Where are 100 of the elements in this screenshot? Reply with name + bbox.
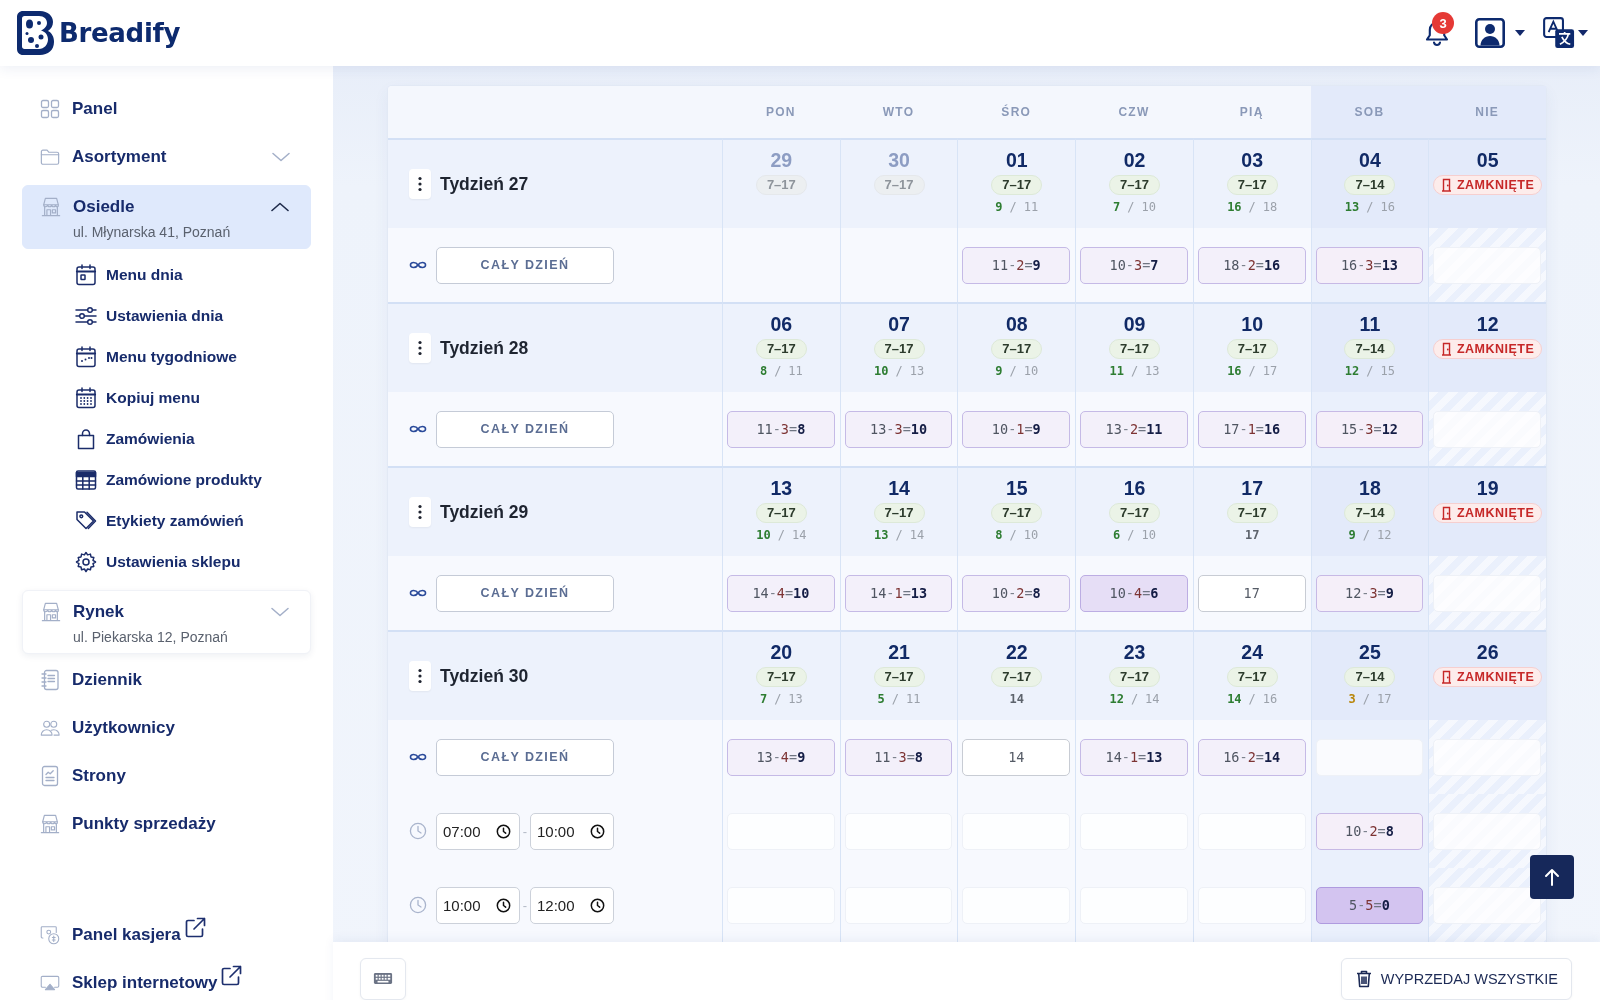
store-name: Osiedle [73,196,136,218]
day-number: 11 [1359,313,1381,335]
sidebar-subitem[interactable]: Zamówienia [22,418,311,459]
day-number: 05 [1476,149,1499,171]
sidebar-subitem[interactable]: Etykiety zamówień [22,500,311,541]
sell-all-button[interactable]: WYPRZEDAJ WSZYSTKIE [1340,957,1572,1000]
hours-pill: 7–17 [873,503,925,523]
stock-tile[interactable]: 13-2=11 [1080,410,1188,448]
stock-tile[interactable]: 17-1=16 [1197,410,1306,448]
stock-tile[interactable]: 11-2=9 [962,246,1071,284]
stock-count: 16 / 17 [1227,364,1278,379]
logo-icon[interactable] [16,10,54,56]
store-card[interactable]: Osiedle ul. Młynarska 41, Poznań [22,185,311,249]
day-number: 08 [1005,313,1028,335]
sidebar-item[interactable]: Panel [22,85,311,133]
time-input[interactable]: 10:00 [436,886,520,924]
all-day-button[interactable]: CAŁY DZIEŃ [436,410,614,448]
clock-icon[interactable] [496,823,511,839]
logo-text: Breadify [59,18,181,48]
store-name: Rynek [73,601,126,623]
store-card[interactable]: Rynek ul. Piekarska 12, Poznań [22,590,311,654]
stock-tile[interactable]: 17 [1197,574,1306,612]
sidebar-item[interactable]: Panel kasjera [22,911,311,959]
stock-tile[interactable]: 11-3=8 [727,410,835,448]
clock-icon[interactable] [590,897,605,913]
hours-pill: 7–17 [1109,667,1160,687]
stock-tile[interactable]: 10-3=7 [1080,246,1188,284]
translate-icon[interactable] [1543,17,1575,49]
day-number: 30 [888,149,910,171]
day-number: 23 [1123,641,1146,663]
chevron-up-icon[interactable] [271,202,289,212]
hours-pill: 7–17 [1109,175,1160,195]
time-input[interactable]: 12:00 [530,886,614,924]
day-number: 07 [888,313,910,335]
hours-pill: 7–17 [755,175,807,195]
stock-tile[interactable]: 18-2=16 [1197,246,1306,284]
stock-tile[interactable]: 13-3=10 [844,410,953,448]
stock-tile[interactable]: 14-1=13 [1080,738,1188,776]
day-number: 24 [1241,641,1264,663]
stock-tile[interactable]: 15-3=12 [1315,410,1424,448]
stock-tile[interactable]: 14 [962,738,1071,776]
sidebar-subitem[interactable]: Zamówione produkty [22,459,311,500]
stock-tile[interactable]: 14-1=13 [844,574,953,612]
sidebar-item[interactable]: Asortyment [22,133,311,181]
time-input[interactable]: 10:00 [530,812,614,850]
time-input[interactable]: 07:00 [436,812,520,850]
hours-pill: 7–17 [991,175,1043,195]
stock-tile[interactable]: 12-3=9 [1315,574,1424,612]
clock-icon[interactable] [590,823,605,839]
sidebar-subitem[interactable]: Menu tygodniowe [22,336,311,377]
calendar-icon [75,263,97,286]
stock-tile[interactable]: 5-5=0 [1315,886,1424,924]
stock-tile[interactable]: 10-4=6 [1080,574,1188,612]
stock-count: 14 / 16 [1227,692,1278,707]
kebab-icon [418,340,422,356]
sidebar-item[interactable]: Sklep internetowy [22,959,311,1000]
stock-tile[interactable]: 14-4=10 [727,574,835,612]
hours-pill: 7–17 [755,667,807,687]
all-day-button[interactable]: CAŁY DZIEŃ [436,738,614,776]
stock-count: 8 / 10 [995,528,1039,543]
day-number: 20 [770,641,793,663]
scroll-to-top-button[interactable] [1530,855,1574,899]
week-label: Tydzień 29 [440,501,529,523]
keyboard-button[interactable] [360,957,406,1000]
all-day-button[interactable]: CAŁY DZIEŃ [436,246,614,284]
sidebar-subitem[interactable]: Ustawienia sklepu [22,541,311,582]
hours-pill: 7–17 [991,339,1043,359]
stock-tile[interactable]: 10-2=8 [1315,812,1424,850]
stock-tile[interactable]: 11-3=8 [844,738,953,776]
all-day-button[interactable]: CAŁY DZIEŃ [436,574,614,612]
user-avatar-icon[interactable] [1475,18,1505,48]
sidebar-item[interactable]: Strony [22,752,311,800]
hours-pill: 7–14 [1344,339,1396,359]
sidebar-item[interactable]: Dziennik [22,656,311,704]
week-menu-button[interactable] [409,333,431,363]
stock-tile[interactable]: 16-2=14 [1197,738,1306,776]
week-menu-button[interactable] [409,169,431,199]
sidebar-subitem[interactable]: Menu dnia [22,254,311,295]
sidebar-subitem[interactable]: Ustawienia dnia [22,295,311,336]
sidebar-item[interactable]: Użytkownicy [22,704,311,752]
hours-pill: 7–17 [1226,667,1278,687]
tag-icon [75,509,97,532]
week-menu-button[interactable] [409,497,431,527]
stock-tile[interactable]: 13-4=9 [727,738,835,776]
stock-count: 9 / 11 [995,200,1039,215]
week-menu-button[interactable] [409,661,431,691]
sidebar-item[interactable]: Punkty sprzedaży [22,800,311,848]
infinity-icon [409,260,427,270]
caret-icon[interactable] [1578,30,1588,36]
week-label: Tydzień 27 [440,173,529,195]
stock-tile[interactable]: 16-3=13 [1315,246,1424,284]
sidebar-subitem[interactable]: Kopiuj menu [22,377,311,418]
stock-count: 10 / 13 [874,364,925,379]
document-icon [41,765,59,787]
clock-icon[interactable] [496,897,511,913]
caret-icon[interactable] [1515,30,1525,36]
infinity-icon [409,424,427,434]
stock-tile[interactable]: 10-1=9 [962,410,1071,448]
kebab-icon [418,504,422,520]
stock-tile[interactable]: 10-2=8 [962,574,1071,612]
